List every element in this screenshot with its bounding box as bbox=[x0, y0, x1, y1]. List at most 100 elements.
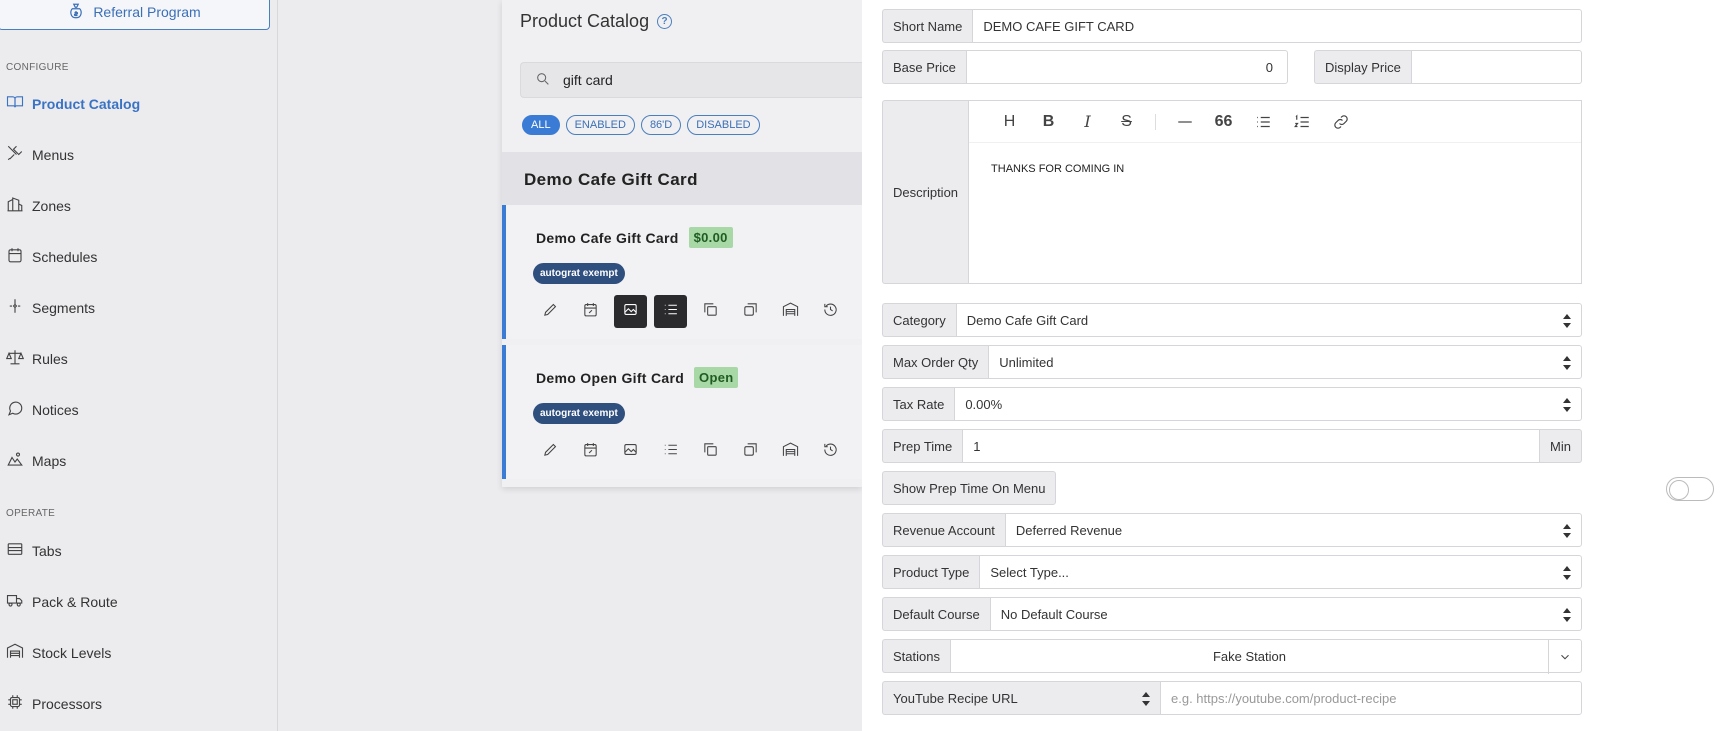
sidebar-item-processors[interactable]: Processors bbox=[6, 693, 102, 714]
sidebar-item-stock-levels[interactable]: Stock Levels bbox=[6, 642, 111, 663]
product-card[interactable]: Demo Cafe Gift Card $0.00 autograt exemp… bbox=[502, 205, 862, 339]
inventory-button[interactable] bbox=[774, 435, 807, 468]
base-price-input[interactable]: 0 bbox=[965, 50, 1288, 84]
history-button[interactable] bbox=[814, 435, 847, 468]
stations-multiselect[interactable]: Fake Station bbox=[949, 639, 1582, 674]
display-price-row: Display Price bbox=[1314, 50, 1582, 84]
revenue-account-select[interactable]: Deferred Revenue bbox=[1004, 513, 1582, 547]
pencil-icon bbox=[542, 301, 559, 323]
calendar-icon bbox=[6, 246, 24, 267]
bold-icon[interactable]: B bbox=[1038, 111, 1059, 132]
list-button[interactable] bbox=[654, 435, 687, 468]
edit-button[interactable] bbox=[534, 435, 567, 468]
filter-enabled[interactable]: ENABLED bbox=[565, 115, 635, 135]
sidebar-item-maps[interactable]: Maps bbox=[6, 450, 66, 471]
copy-button[interactable] bbox=[694, 435, 727, 468]
youtube-url-placeholder: e.g. https://youtube.com/product-recipe bbox=[1171, 690, 1397, 706]
filter-disabled[interactable]: DISABLED bbox=[687, 115, 760, 135]
inventory-button[interactable] bbox=[774, 295, 807, 328]
revenue-account-value: Deferred Revenue bbox=[1015, 522, 1123, 538]
product-title-wrap: Demo Cafe Gift Card $0.00 bbox=[536, 227, 733, 248]
max-order-qty-select[interactable]: Unlimited bbox=[988, 345, 1582, 379]
sidebar-item-notices[interactable]: Notices bbox=[6, 399, 79, 420]
sidebar-item-zones[interactable]: Zones bbox=[6, 195, 71, 216]
default-course-row: Default Course No Default Course bbox=[882, 597, 1582, 631]
short-name-input[interactable]: DEMO CAFE GIFT CARD bbox=[972, 9, 1582, 43]
schedule-button[interactable] bbox=[574, 435, 607, 468]
category-group-header[interactable]: Demo Cafe Gift Card bbox=[502, 152, 862, 208]
warehouse-icon bbox=[782, 301, 799, 323]
youtube-url-type-select[interactable]: YouTube Recipe URL bbox=[882, 681, 1160, 715]
description-text[interactable]: THANKS FOR COMING IN bbox=[969, 143, 1581, 195]
sidebar-item-menus[interactable]: Menus bbox=[6, 144, 74, 165]
numbered-list-icon[interactable] bbox=[1291, 111, 1312, 132]
sidebar-item-pack-route[interactable]: Pack & Route bbox=[6, 591, 118, 612]
history-button[interactable] bbox=[814, 295, 847, 328]
show-prep-toggle[interactable] bbox=[1666, 477, 1714, 501]
max-order-qty-row: Max Order Qty Unlimited bbox=[882, 345, 1582, 379]
edit-button[interactable] bbox=[534, 295, 567, 328]
money-bag-icon bbox=[67, 2, 85, 23]
strikethrough-icon[interactable]: S bbox=[1116, 111, 1137, 132]
select-arrows-icon bbox=[1563, 314, 1571, 328]
filter-86d[interactable]: 86'D bbox=[640, 115, 682, 135]
duplicate-icon bbox=[742, 301, 759, 323]
search-icon bbox=[535, 71, 551, 90]
bullet-list-icon[interactable] bbox=[1252, 111, 1273, 132]
split-icon bbox=[6, 297, 24, 318]
default-course-select[interactable]: No Default Course bbox=[989, 597, 1582, 631]
product-actions bbox=[534, 295, 847, 328]
default-course-value: No Default Course bbox=[1000, 606, 1108, 622]
select-arrows-icon bbox=[1563, 608, 1571, 622]
sidebar-item-segments[interactable]: Segments bbox=[6, 297, 95, 318]
prep-time-input[interactable]: 1 bbox=[962, 429, 1541, 463]
description-editor[interactable]: H B I S 66 THANKS FOR COMING IN bbox=[968, 100, 1582, 284]
sidebar-item-label: Zones bbox=[32, 197, 71, 214]
max-order-qty-value: Unlimited bbox=[999, 354, 1054, 370]
chat-bubble-icon bbox=[6, 399, 24, 420]
prep-time-unit: Min bbox=[1540, 429, 1582, 463]
display-price-input[interactable] bbox=[1410, 50, 1582, 84]
list-icon bbox=[662, 301, 679, 323]
chevron-down-icon[interactable] bbox=[1548, 640, 1581, 674]
help-icon[interactable]: ? bbox=[657, 14, 673, 29]
copy-button[interactable] bbox=[694, 295, 727, 328]
sidebar-item-label: Processors bbox=[32, 695, 103, 712]
catalog-search[interactable]: gift card bbox=[520, 62, 862, 98]
schedule-button[interactable] bbox=[574, 295, 607, 328]
list-icon bbox=[662, 441, 679, 463]
tax-rate-select[interactable]: 0.00% bbox=[954, 387, 1582, 421]
pencil-icon bbox=[542, 441, 559, 463]
duplicate-button[interactable] bbox=[734, 435, 767, 468]
quote-icon[interactable]: 66 bbox=[1213, 111, 1234, 132]
base-price-label: Base Price bbox=[882, 50, 966, 84]
tax-rate-row: Tax Rate 0.00% bbox=[882, 387, 1582, 421]
operate-section-label: OPERATE bbox=[6, 508, 56, 519]
prep-time-row: Prep Time 1 Min bbox=[882, 429, 1582, 463]
sidebar-item-label: Pack & Route bbox=[32, 593, 118, 610]
sidebar-item-label: Schedules bbox=[32, 248, 98, 265]
product-card[interactable]: Demo Open Gift Card Open autograt exempt bbox=[502, 345, 862, 479]
youtube-url-input[interactable]: e.g. https://youtube.com/product-recipe bbox=[1160, 681, 1582, 715]
sidebar-item-rules[interactable]: Rules bbox=[5, 348, 68, 369]
search-input[interactable]: gift card bbox=[563, 72, 613, 88]
image-button[interactable] bbox=[614, 435, 647, 468]
list-button[interactable] bbox=[654, 295, 687, 328]
category-value: Demo Cafe Gift Card bbox=[966, 312, 1089, 328]
sidebar: Referral Program CONFIGURE Product Catal… bbox=[0, 0, 278, 731]
horizontal-rule-icon[interactable] bbox=[1174, 111, 1195, 132]
image-button[interactable] bbox=[614, 295, 647, 328]
select-arrows-icon bbox=[1563, 356, 1571, 370]
sidebar-item-tabs[interactable]: Tabs bbox=[6, 540, 62, 561]
duplicate-button[interactable] bbox=[734, 295, 767, 328]
sidebar-item-schedules[interactable]: Schedules bbox=[6, 246, 97, 267]
sidebar-item-product-catalog[interactable]: Product Catalog bbox=[6, 93, 140, 114]
product-type-select[interactable]: Select Type... bbox=[979, 555, 1582, 589]
link-icon[interactable] bbox=[1330, 111, 1351, 132]
filter-all[interactable]: ALL bbox=[522, 115, 560, 135]
category-select[interactable]: Demo Cafe Gift Card bbox=[955, 303, 1582, 337]
referral-program-button[interactable]: Referral Program bbox=[0, 0, 270, 30]
italic-icon[interactable]: I bbox=[1077, 111, 1098, 132]
heading-icon[interactable]: H bbox=[999, 111, 1020, 132]
product-catalog-panel: Product Catalog ? gift card ALL ENABLED … bbox=[502, 0, 862, 487]
